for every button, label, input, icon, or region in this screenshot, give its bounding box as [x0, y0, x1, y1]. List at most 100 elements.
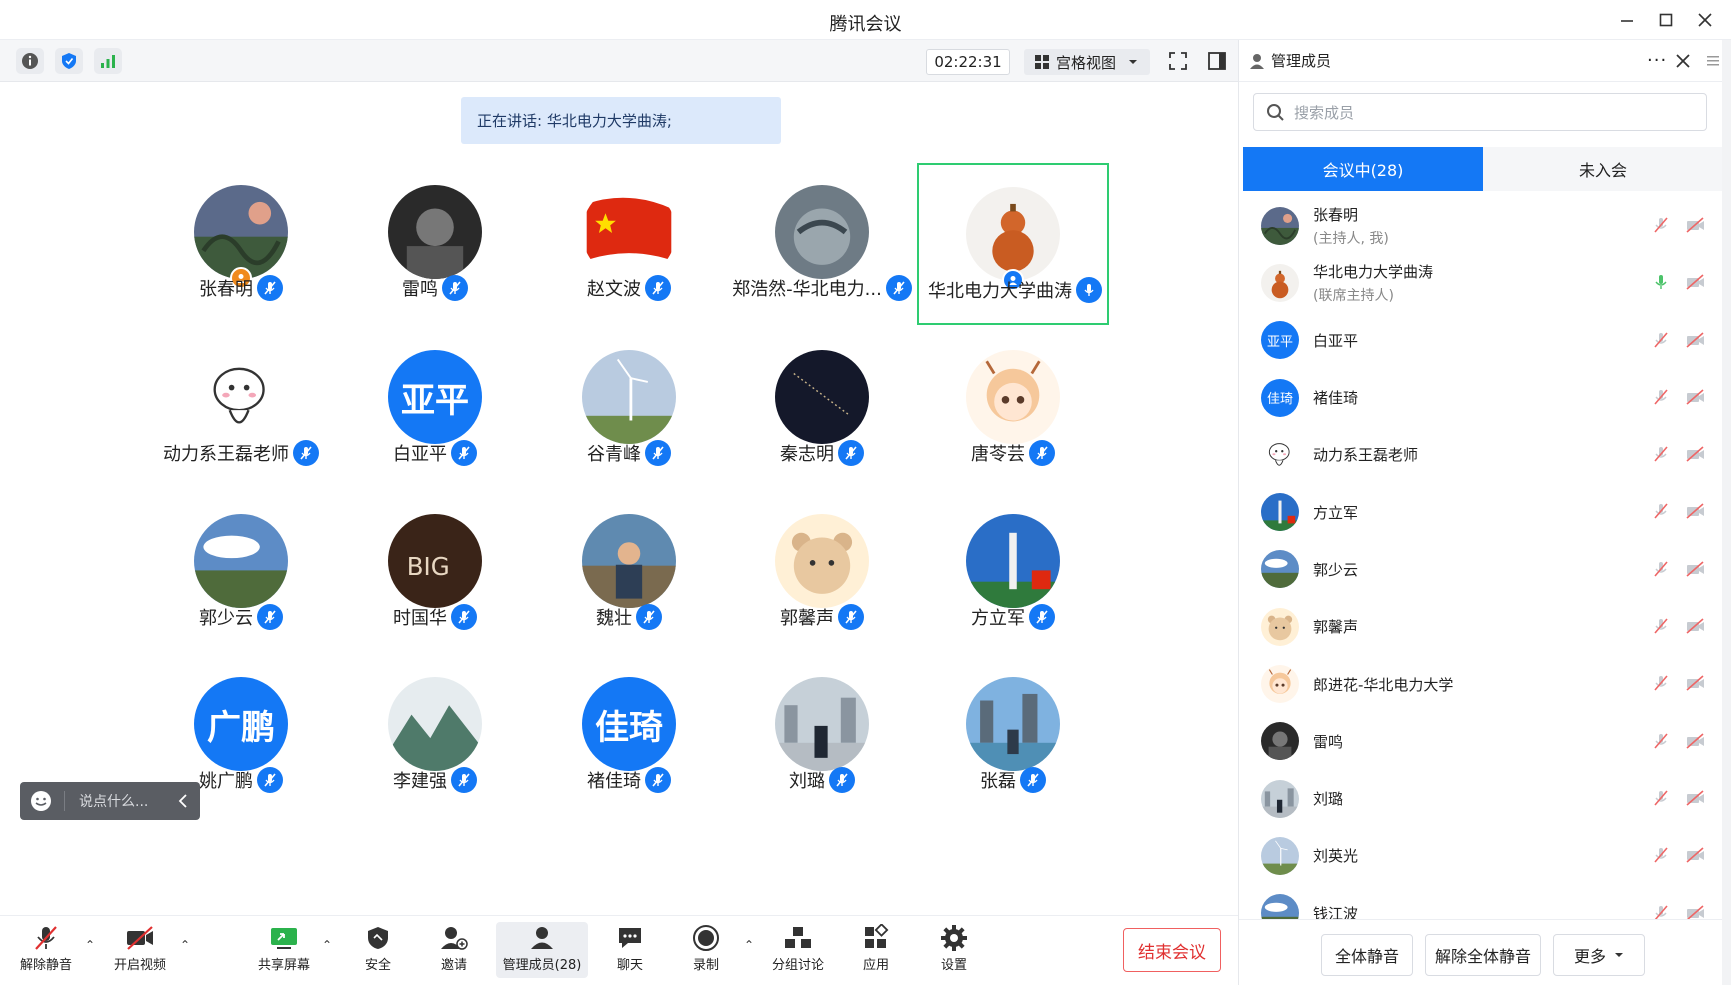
- record-button[interactable]: 录制: [674, 922, 738, 980]
- camera-off-icon[interactable]: [1685, 388, 1705, 410]
- security-status-button[interactable]: [55, 48, 83, 74]
- participant-tile[interactable]: 张春明: [145, 163, 337, 325]
- invite-button[interactable]: 邀请: [422, 922, 486, 980]
- member-row[interactable]: 郭馨声: [1239, 598, 1731, 655]
- quick-chat-box[interactable]: 说点什么...: [20, 782, 200, 820]
- mic-muted-icon[interactable]: [1652, 502, 1670, 524]
- member-row[interactable]: 动力系王磊老师: [1239, 426, 1731, 483]
- maximize-button[interactable]: [1651, 6, 1681, 34]
- tab-in-meeting[interactable]: 会议中(28): [1243, 147, 1483, 191]
- participant-tile[interactable]: 华北电力大学曲涛: [917, 163, 1109, 325]
- camera-off-icon[interactable]: [1685, 502, 1705, 524]
- camera-off-icon[interactable]: [1685, 617, 1705, 639]
- participant-tile[interactable]: 刘璐: [726, 655, 918, 817]
- security-button[interactable]: 安全: [346, 922, 410, 980]
- participant-tile[interactable]: 魏壮: [533, 492, 725, 654]
- apps-button[interactable]: 应用: [844, 922, 908, 980]
- participant-tile[interactable]: 李建强: [339, 655, 531, 817]
- mic-on-icon[interactable]: [1652, 273, 1670, 295]
- participant-name: 郑浩然-华北电力...: [732, 279, 882, 300]
- avatar: [1261, 263, 1299, 302]
- breakout-button[interactable]: 分组讨论: [766, 922, 830, 980]
- panel-scrollbar[interactable]: [1722, 40, 1731, 985]
- member-row[interactable]: 雷鸣: [1239, 713, 1731, 770]
- participant-tile[interactable]: 亚平 白亚平: [339, 328, 531, 490]
- network-status-button[interactable]: [94, 48, 122, 74]
- member-row[interactable]: 刘英光: [1239, 827, 1731, 884]
- mic-muted-icon[interactable]: [1652, 216, 1670, 238]
- tab-not-joined[interactable]: 未入会: [1483, 147, 1723, 191]
- mic-muted-icon[interactable]: [1652, 617, 1670, 639]
- start-video-button[interactable]: 开启视频: [108, 922, 172, 980]
- quick-chat-placeholder[interactable]: 说点什么...: [79, 791, 148, 811]
- audio-options-caret[interactable]: ⌃: [85, 938, 95, 952]
- member-row[interactable]: 佳琦 褚佳琦: [1239, 369, 1731, 426]
- more-options-icon[interactable]: ···: [1647, 50, 1667, 71]
- camera-off-icon[interactable]: [1685, 273, 1705, 295]
- mic-muted-icon[interactable]: [1652, 904, 1670, 919]
- mic-muted-icon[interactable]: [1652, 445, 1670, 467]
- camera-off-icon[interactable]: [1685, 789, 1705, 811]
- participant-tile[interactable]: BIG 时国华: [339, 492, 531, 654]
- chat-button[interactable]: 聊天: [598, 922, 662, 980]
- view-mode-dropdown[interactable]: 宫格视图: [1024, 49, 1150, 75]
- participant-tile[interactable]: 赵文波: [533, 163, 725, 325]
- participant-tile[interactable]: 佳琦 褚佳琦: [533, 655, 725, 817]
- mic-muted-icon[interactable]: [1652, 331, 1670, 353]
- more-button[interactable]: 更多: [1553, 934, 1645, 976]
- participant-tile[interactable]: 动力系王磊老师: [145, 328, 337, 490]
- unmute-button[interactable]: 解除静音: [14, 922, 78, 980]
- menu-icon[interactable]: [1706, 54, 1720, 68]
- participant-tile[interactable]: 雷鸣: [339, 163, 531, 325]
- camera-off-icon[interactable]: [1685, 331, 1705, 353]
- close-icon[interactable]: [1676, 54, 1690, 68]
- member-row[interactable]: 郎进花-华北电力大学: [1239, 655, 1731, 712]
- manage-members-button[interactable]: 管理成员(28): [496, 922, 588, 978]
- end-meeting-button[interactable]: 结束会议: [1123, 928, 1221, 972]
- member-row[interactable]: 华北电力大学曲涛 (联席主持人): [1239, 254, 1731, 311]
- participant-tile[interactable]: 郭馨声: [726, 492, 918, 654]
- info-icon: [22, 53, 38, 69]
- minimize-button[interactable]: [1612, 6, 1642, 34]
- meeting-info-button[interactable]: [16, 48, 44, 74]
- mic-muted-icon[interactable]: [1652, 789, 1670, 811]
- mic-muted-icon[interactable]: [1652, 732, 1670, 754]
- settings-button[interactable]: 设置: [922, 922, 986, 980]
- share-options-caret[interactable]: ⌃: [322, 938, 332, 952]
- camera-off-icon[interactable]: [1685, 904, 1705, 919]
- mic-muted-icon[interactable]: [1652, 388, 1670, 410]
- participant-tile[interactable]: 秦志明: [726, 328, 918, 490]
- camera-off-icon[interactable]: [1685, 216, 1705, 238]
- member-row[interactable]: 郭少云: [1239, 541, 1731, 598]
- member-search-input[interactable]: 搜索成员: [1253, 93, 1707, 131]
- share-screen-button[interactable]: 共享屏幕: [252, 922, 316, 980]
- member-row[interactable]: 张春明 (主持人, 我): [1239, 197, 1731, 254]
- mic-muted-icon[interactable]: [1652, 674, 1670, 696]
- unmute-all-button[interactable]: 解除全体静音: [1425, 934, 1541, 976]
- mic-muted-icon[interactable]: [1652, 846, 1670, 868]
- close-window-button[interactable]: [1690, 6, 1720, 34]
- member-row[interactable]: 刘璐: [1239, 770, 1731, 827]
- members-panel-footer: 全体静音 解除全体静音 更多: [1239, 919, 1731, 985]
- camera-off-icon[interactable]: [1685, 560, 1705, 582]
- camera-off-icon[interactable]: [1685, 732, 1705, 754]
- video-options-caret[interactable]: ⌃: [180, 938, 190, 952]
- participant-tile[interactable]: 唐苓芸: [917, 328, 1109, 490]
- participant-tile[interactable]: 郭少云: [145, 492, 337, 654]
- participant-tile[interactable]: 谷青峰: [533, 328, 725, 490]
- camera-off-icon[interactable]: [1685, 674, 1705, 696]
- camera-off-icon[interactable]: [1685, 445, 1705, 467]
- fullscreen-button[interactable]: [1164, 48, 1192, 74]
- member-row[interactable]: 钱江波: [1239, 885, 1731, 919]
- participant-tile[interactable]: 郑浩然-华北电力...: [726, 163, 918, 325]
- member-row[interactable]: 亚平 白亚平: [1239, 312, 1731, 369]
- participant-tile[interactable]: 张磊: [917, 655, 1109, 817]
- record-options-caret[interactable]: ⌃: [744, 938, 754, 952]
- sidebar-toggle-button[interactable]: [1203, 48, 1231, 74]
- mute-all-button[interactable]: 全体静音: [1321, 934, 1413, 976]
- participant-tile[interactable]: 方立军: [917, 492, 1109, 654]
- camera-off-icon[interactable]: [1685, 846, 1705, 868]
- member-row[interactable]: 方立军: [1239, 483, 1731, 540]
- apps-icon: [865, 924, 889, 948]
- mic-muted-icon[interactable]: [1652, 560, 1670, 582]
